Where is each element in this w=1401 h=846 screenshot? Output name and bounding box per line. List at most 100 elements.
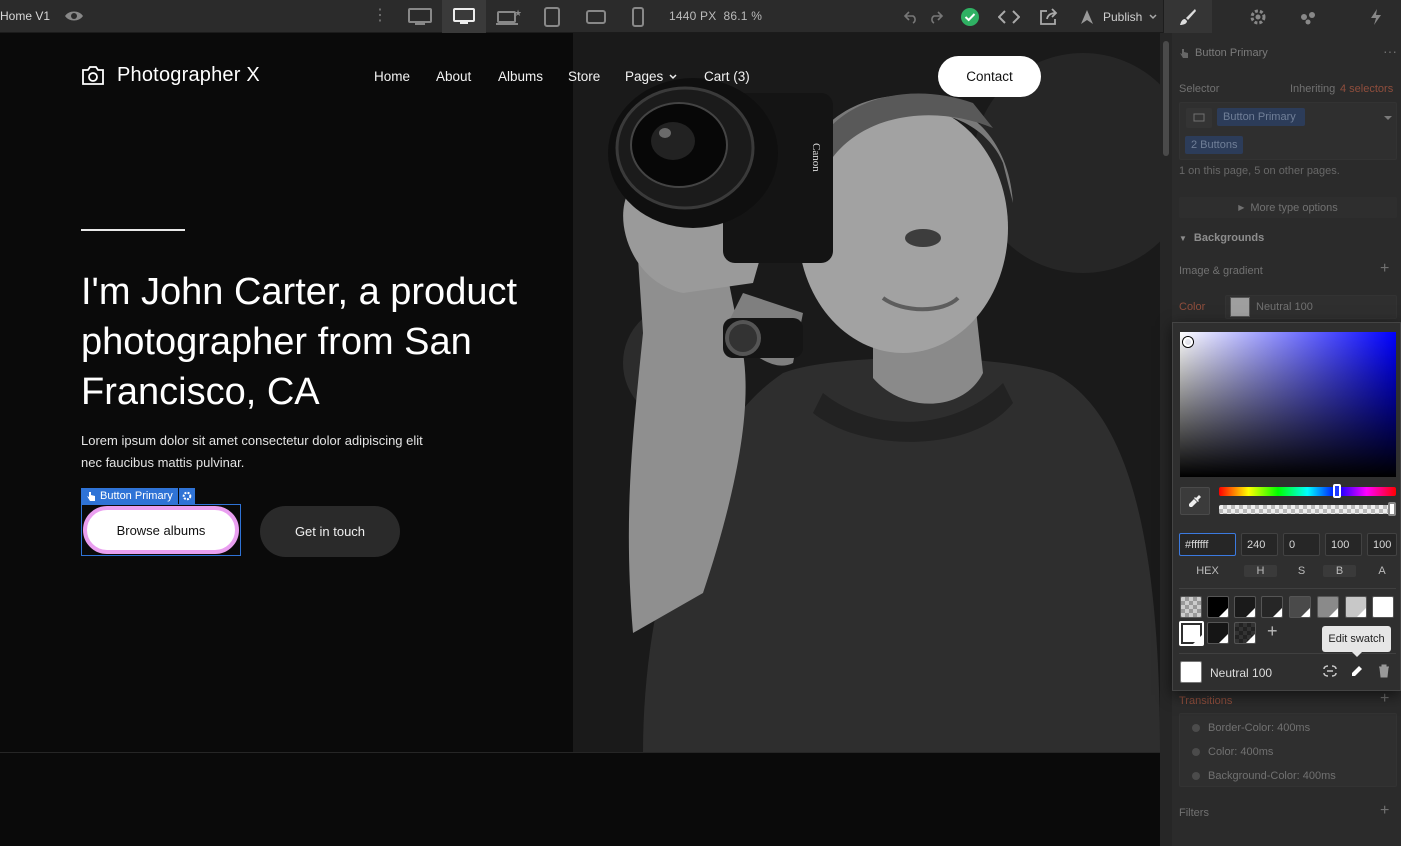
svg-text:★: ★ [514,8,521,18]
saturation-input[interactable] [1283,533,1320,556]
design-canvas[interactable]: Canon Photographer X Home About Albums S… [0,33,1160,846]
add-image-gradient-icon[interactable]: + [1380,260,1389,278]
combo-count-tag[interactable]: 2 Buttons [1185,136,1244,154]
nav-link-albums[interactable]: Albums [498,69,543,84]
breakpoint-desktop-large-icon[interactable] [398,0,442,33]
section-divider [0,752,1160,753]
chevron-down-icon[interactable] [1383,115,1393,121]
selector-field[interactable]: Button Primary 2 Buttons [1179,102,1397,160]
publish-button[interactable]: Publish [1078,0,1157,33]
selector-tag[interactable]: Button Primary [1217,108,1305,126]
hue-input[interactable] [1241,533,1278,556]
hero-paragraph: Lorem ipsum dolor sit amet consectetur d… [81,433,423,470]
element-settings-gear-icon[interactable] [178,488,195,504]
nav-link-store[interactable]: Store [568,69,600,84]
hand-pointer-icon [1180,48,1188,58]
tab-lightning-icon[interactable] [1352,0,1400,33]
usage-note: 1 on this page, 5 on other pages. [1179,165,1340,177]
eyedropper-icon[interactable] [1180,487,1210,515]
swatch-dark-checker[interactable] [1234,622,1256,644]
get-in-touch-button[interactable]: Get in touch [260,506,400,557]
chevron-down-icon [669,73,677,79]
alpha-slider-knob[interactable] [1388,502,1396,516]
alpha-input[interactable] [1367,533,1397,556]
right-panel-tabs [1163,0,1401,33]
add-filter-icon[interactable]: + [1380,802,1389,820]
more-vertical-icon[interactable]: ⋮ [372,7,388,25]
breakpoint-laptop-star-icon[interactable]: ★ [486,0,530,33]
backgrounds-section-header[interactable]: ▼ Backgrounds [1179,232,1264,244]
breakpoint-tablet-icon[interactable] [530,0,574,33]
element-header: Button Primary [1179,47,1268,59]
canvas-scrollbar[interactable] [1160,33,1172,846]
share-icon[interactable] [1038,6,1060,28]
swatch[interactable] [1234,596,1256,618]
swatch[interactable] [1261,596,1283,618]
nav-dropdown-pages[interactable]: Pages [625,69,677,84]
tab-style-brush-icon[interactable] [1164,0,1212,33]
s-label: S [1297,565,1306,577]
page-selector[interactable]: Home V1 [0,9,50,23]
hero-headline: I'm John Carter, a product photographer … [81,271,518,413]
swatch[interactable] [1207,622,1229,644]
selector-state-icon[interactable] [1186,108,1212,128]
breakpoint-mobile-portrait-icon[interactable] [616,0,660,33]
swatch[interactable] [1289,596,1311,618]
delete-trash-icon[interactable] [1378,664,1390,683]
swatch-transparent[interactable] [1180,596,1202,618]
tab-interactions-drops-icon[interactable] [1284,0,1332,33]
detach-link-icon[interactable] [1322,664,1338,683]
element-header-name: Button Primary [1195,47,1268,59]
preview-eye-icon[interactable] [64,8,84,24]
swatch[interactable] [1345,596,1367,618]
nav-link-home[interactable]: Home [374,69,410,84]
brightness-input[interactable] [1325,533,1362,556]
canvas-size-readout: 1440 PX 86.1 % [669,9,762,23]
saturation-brightness-area[interactable] [1180,332,1396,477]
more-type-options-button[interactable]: ▶ More type options [1179,197,1397,218]
transitions-list: Border-Color: 400ms Color: 400ms Backgro… [1179,713,1397,787]
backgrounds-heading: Backgrounds [1193,232,1265,244]
top-toolbar: Home V1 ⋮ ★ 1440 PX 86.1 % Publish [0,0,1401,33]
inheriting-selectors-link[interactable]: 4 selectors [1340,83,1393,95]
publish-label: Publish [1103,9,1143,24]
color-value-field[interactable]: Neutral 100 [1225,295,1397,319]
transition-item[interactable]: Border-Color: 400ms [1192,722,1310,734]
h-label: H [1244,565,1277,577]
picker-divider [1179,653,1396,654]
code-icon[interactable] [998,6,1020,28]
swatch-neutral-100-selected[interactable] [1179,621,1204,646]
selected-element-badge[interactable]: Button Primary [81,488,195,504]
saturation-knob[interactable] [1183,337,1193,347]
swatch[interactable] [1372,596,1394,618]
add-transition-icon[interactable]: + [1380,690,1389,708]
nav-link-cart[interactable]: Cart (3) [704,69,750,84]
undo-icon[interactable] [900,6,922,28]
site-logo[interactable]: Photographer X [81,64,260,87]
hex-input[interactable] [1179,533,1236,556]
scrollbar-thumb[interactable] [1163,41,1169,156]
swatch[interactable] [1317,596,1339,618]
svg-text:Canon: Canon [810,143,822,172]
more-options-icon[interactable]: ··· [1383,43,1397,59]
nav-link-about[interactable]: About [436,69,471,84]
alpha-slider[interactable] [1219,502,1396,516]
contact-button[interactable]: Contact [938,56,1041,97]
transition-item[interactable]: Color: 400ms [1192,746,1273,758]
tab-settings-gear-icon[interactable] [1234,0,1282,33]
transition-item[interactable]: Background-Color: 400ms [1192,770,1336,782]
edit-pencil-icon[interactable] [1350,664,1364,683]
hue-slider-knob[interactable] [1333,484,1341,498]
hex-label: HEX [1196,565,1219,577]
color-value-name: Neutral 100 [1256,301,1313,313]
inheriting-label: Inheriting [1290,83,1336,95]
status-check-icon[interactable] [959,6,981,28]
redo-icon[interactable] [925,6,947,28]
image-gradient-label: Image & gradient [1179,265,1263,277]
swatch[interactable] [1207,596,1229,618]
breakpoint-desktop-icon[interactable] [442,0,486,33]
breakpoint-mobile-landscape-icon[interactable] [574,0,618,33]
hue-slider[interactable] [1219,484,1396,498]
browse-albums-button[interactable]: Browse albums [83,506,239,554]
add-swatch-icon[interactable]: + [1267,621,1278,642]
